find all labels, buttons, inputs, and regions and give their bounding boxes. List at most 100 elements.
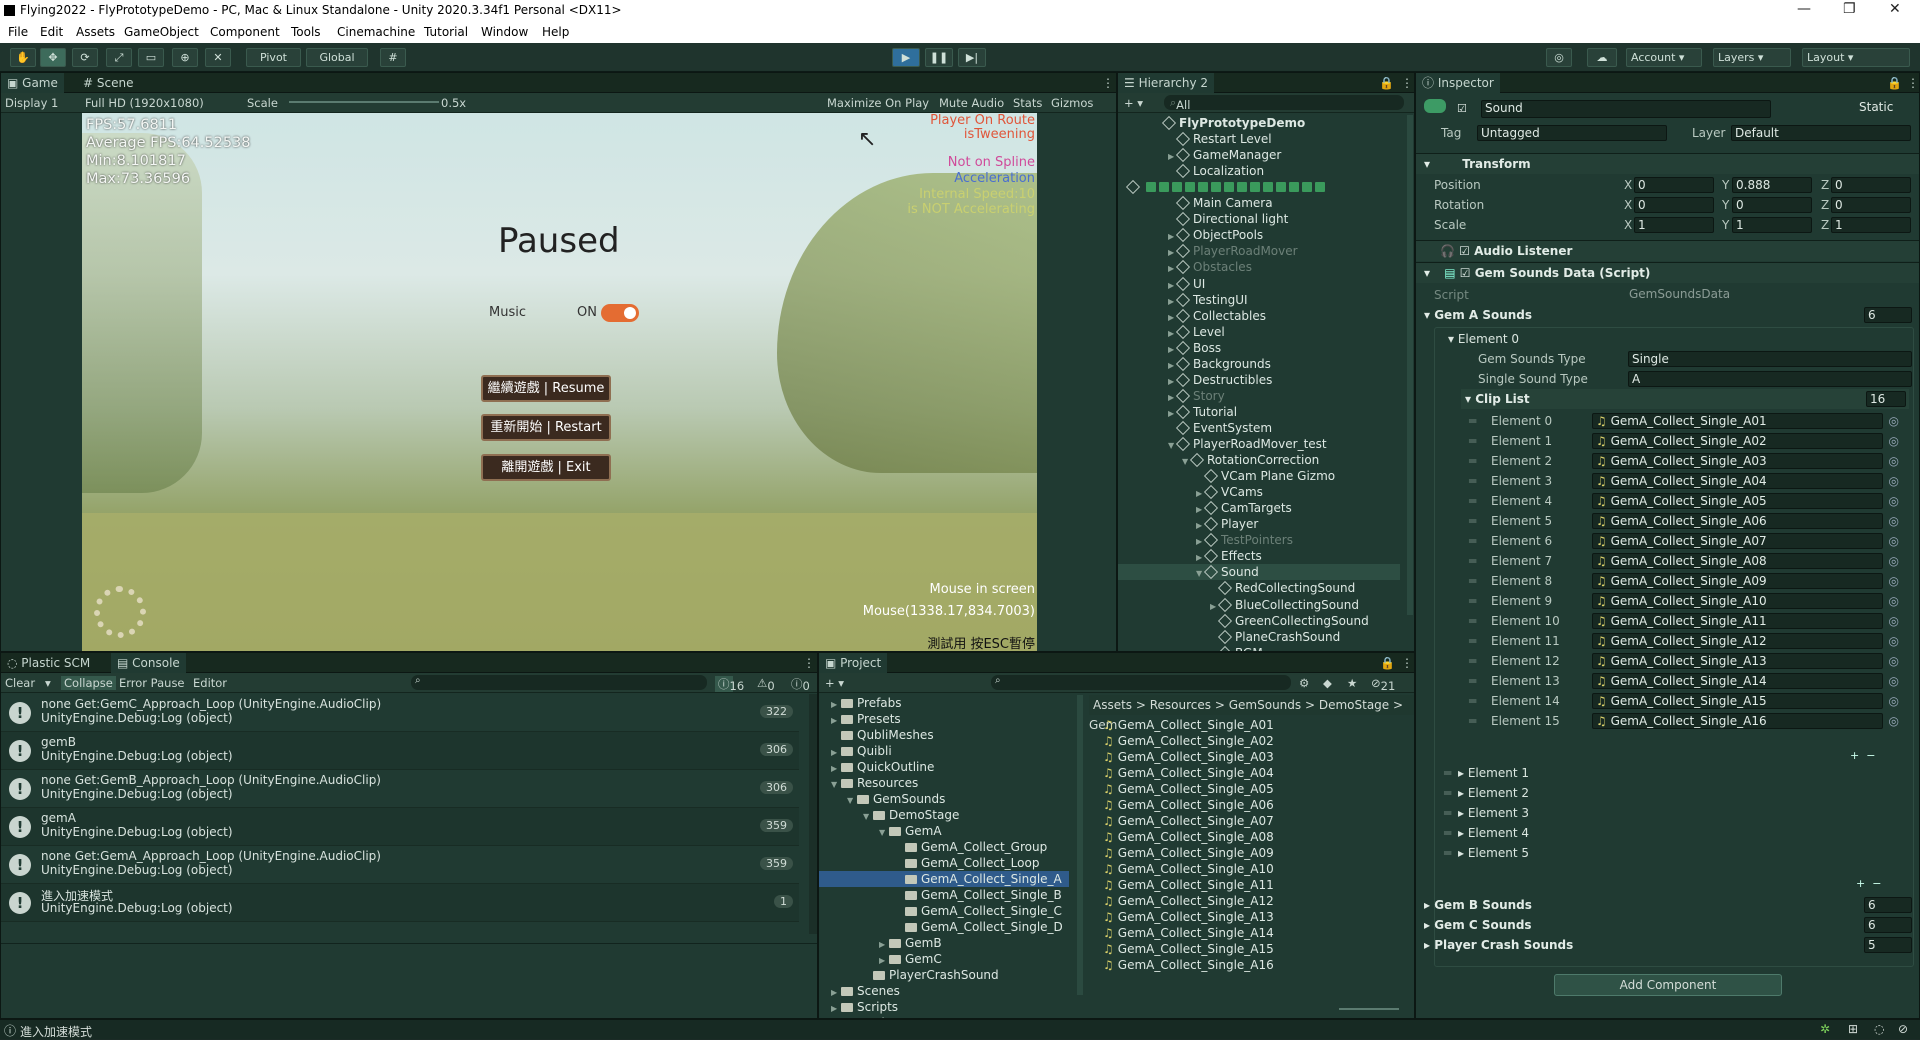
account-dropdown[interactable]: Account ▾ <box>1626 48 1702 67</box>
console-log-row[interactable]: ! 進入加速模式 UnityEngine.Debug:Log (object) 1 <box>1 884 799 922</box>
clear-dropdown-icon[interactable]: ▾ <box>45 676 51 690</box>
hierarchy-item[interactable]: Restart Level <box>1118 131 1400 147</box>
drag-handle-icon[interactable]: ═ <box>1444 783 1451 803</box>
stats-toggle[interactable]: Stats <box>1013 96 1042 110</box>
hierarchy-item[interactable]: ▶ ObjectPools <box>1118 227 1400 243</box>
gem-c-row[interactable]: ▸ Gem C Sounds 6 <box>1416 915 1919 935</box>
audio-asset-item[interactable]: ♫ GemA_Collect_Single_A01 <box>1103 717 1274 733</box>
element-row[interactable]: ═ ▸ Element 5 <box>1436 843 1906 863</box>
project-folder-item[interactable]: ▶ Prefabs <box>819 695 1069 711</box>
active-checkbox[interactable]: ☑ <box>1457 102 1467 115</box>
add-component-button[interactable]: Add Component <box>1554 974 1782 996</box>
step-button[interactable]: ▶| <box>958 48 986 67</box>
asset-size-slider[interactable] <box>1339 1008 1399 1010</box>
layout-dropdown[interactable]: Layout ▾ <box>1802 48 1910 67</box>
global-toggle[interactable]: Global <box>306 48 368 67</box>
display-dropdown[interactable]: Display 1 <box>5 96 58 110</box>
hierarchy-item[interactable]: ▶ TestPointers <box>1118 532 1400 548</box>
project-folder-item[interactable]: ▶ GemC <box>819 951 1069 967</box>
audio-asset-item[interactable]: ♫ GemA_Collect_Single_A11 <box>1103 877 1274 893</box>
hierarchy-item[interactable]: ▶ GameManager <box>1118 147 1400 163</box>
drag-handle-icon[interactable]: ═ <box>1444 763 1451 783</box>
console-log-row[interactable]: ! gemB UnityEngine.Debug:Log (object) 306 <box>1 732 799 770</box>
hierarchy-item[interactable]: ▶ TestingUI <box>1118 292 1400 308</box>
project-folder-item[interactable]: GemA_Collect_Single_A <box>819 871 1069 887</box>
position-z-field[interactable]: 0 <box>1831 177 1911 193</box>
hierarchy-item[interactable]: ▶ Effects <box>1118 548 1400 564</box>
audio-asset-item[interactable]: ♫ GemA_Collect_Single_A07 <box>1103 813 1274 829</box>
project-folder-item[interactable]: ▶ QuickOutline <box>819 759 1069 775</box>
audio-asset-item[interactable]: ♫ GemA_Collect_Single_A12 <box>1103 893 1274 909</box>
hierarchy-search-input[interactable]: ⌕ All <box>1164 95 1404 112</box>
clip-object-field[interactable]: ♫ GemA_Collect_Single_A06 <box>1592 513 1883 529</box>
rotation-x-field[interactable]: 0 <box>1634 197 1714 213</box>
console-search-input[interactable]: ⌕ <box>411 675 707 690</box>
layer-dropdown[interactable]: Default <box>1731 125 1911 141</box>
hierarchy-item[interactable]: ▶ Obstacles <box>1118 259 1400 275</box>
audio-asset-item[interactable]: ♫ GemA_Collect_Single_A06 <box>1103 797 1274 813</box>
tab-console[interactable]: ▤ Console <box>111 653 186 673</box>
hierarchy-item[interactable]: ▶ BlueCollectingSound <box>1118 597 1400 613</box>
close-button[interactable]: ✕ <box>1889 1 1901 17</box>
clip-object-field[interactable]: ♫ GemA_Collect_Single_A10 <box>1592 593 1883 609</box>
element0-row[interactable]: ▾ Element 0 <box>1416 329 1919 349</box>
clip-object-field[interactable]: ♫ GemA_Collect_Single_A14 <box>1592 673 1883 689</box>
menu-window[interactable]: Window <box>481 25 528 39</box>
error-count-toggle[interactable]: ⓘ 0 <box>791 676 810 693</box>
panel-menu-icon[interactable]: ⋮ <box>1395 73 1414 93</box>
project-folder-item[interactable]: GemA_Collect_Group <box>819 839 1069 855</box>
hierarchy-item[interactable]: ▼ Sound <box>1118 564 1400 581</box>
gem-script-header[interactable]: ▾ ▤ ☑ Gem Sounds Data (Script) <box>1416 262 1919 283</box>
object-picker-icon[interactable]: ◎ <box>1889 671 1899 691</box>
gem-b-count-field[interactable]: 6 <box>1864 897 1912 913</box>
hierarchy-item[interactable]: BGM <box>1118 645 1400 651</box>
resume-button[interactable]: 繼續遊戲 | Resume <box>481 375 611 402</box>
clip-object-field[interactable]: ♫ GemA_Collect_Single_A01 <box>1592 413 1883 429</box>
project-folder-item[interactable]: QubliMeshes <box>819 727 1069 743</box>
clip-list-header[interactable]: ▾ Clip List 16 <box>1461 389 1909 409</box>
drag-handle-icon[interactable]: ═ <box>1469 451 1476 471</box>
panel-menu-icon[interactable]: ⋮ <box>1901 73 1919 93</box>
breadcrumb-item[interactable]: GemSounds <box>1229 698 1301 712</box>
object-picker-icon[interactable]: ◎ <box>1889 431 1899 451</box>
crash-count-field[interactable]: 5 <box>1864 937 1912 953</box>
object-picker-icon[interactable]: ◎ <box>1889 471 1899 491</box>
object-picker-icon[interactable]: ◎ <box>1889 631 1899 651</box>
hierarchy-item[interactable]: ▶ Story <box>1118 388 1400 404</box>
editor-dropdown[interactable]: Editor <box>193 676 227 690</box>
clip-object-field[interactable]: ♫ GemA_Collect_Single_A02 <box>1592 433 1883 449</box>
hierarchy-item[interactable]: PlaneCrashSound <box>1118 629 1400 645</box>
hierarchy-item[interactable]: ▶ VCams <box>1118 484 1400 500</box>
static-toggle[interactable]: Static <box>1856 100 1912 118</box>
object-picker-icon[interactable]: ◎ <box>1889 651 1899 671</box>
music-toggle[interactable] <box>601 304 639 322</box>
rotation-z-field[interactable]: 0 <box>1831 197 1911 213</box>
hierarchy-item[interactable]: ▶ Destructibles <box>1118 372 1400 388</box>
grid-snap-icon[interactable]: # <box>380 48 406 67</box>
drag-handle-icon[interactable]: ═ <box>1444 823 1451 843</box>
maximize-button[interactable]: ❐ <box>1843 1 1856 17</box>
element-row[interactable]: ═ ▸ Element 1 <box>1436 763 1906 783</box>
collab-status-icon[interactable]: ⊘ <box>1898 1022 1908 1036</box>
mute-audio-toggle[interactable]: Mute Audio <box>939 96 1004 110</box>
hierarchy-item[interactable]: ▶ Level <box>1118 324 1400 340</box>
project-folder-item[interactable]: GemA_Collect_Loop <box>819 855 1069 871</box>
audio-asset-item[interactable]: ♫ GemA_Collect_Single_A13 <box>1103 909 1274 925</box>
clip-object-field[interactable]: ♫ GemA_Collect_Single_A05 <box>1592 493 1883 509</box>
scale-y-field[interactable]: 1 <box>1732 217 1812 233</box>
drag-handle-icon[interactable]: ═ <box>1469 531 1476 551</box>
menu-tutorial[interactable]: Tutorial <box>424 25 468 39</box>
gem-a-row[interactable]: ▾ Gem A Sounds 6 <box>1416 305 1919 325</box>
hierarchy-item[interactable]: ▶ Boss <box>1118 340 1400 356</box>
hierarchy-item[interactable]: ▶ Collectables <box>1118 308 1400 324</box>
project-folder-item[interactable]: GemA_Collect_Single_D <box>819 919 1069 935</box>
audio-asset-item[interactable]: ♫ GemA_Collect_Single_A05 <box>1103 781 1274 797</box>
gem-c-count-field[interactable]: 6 <box>1864 917 1912 933</box>
menu-component[interactable]: Component <box>210 25 280 39</box>
drag-handle-icon[interactable]: ═ <box>1469 591 1476 611</box>
project-folder-item[interactable]: ▼ Resources <box>819 775 1069 791</box>
menu-assets[interactable]: Assets <box>76 25 115 39</box>
project-folder-item[interactable]: ▶ Scripts <box>819 999 1069 1015</box>
hand-tool-icon[interactable]: ✋ <box>10 48 36 67</box>
gem-b-row[interactable]: ▸ Gem B Sounds 6 <box>1416 895 1919 915</box>
